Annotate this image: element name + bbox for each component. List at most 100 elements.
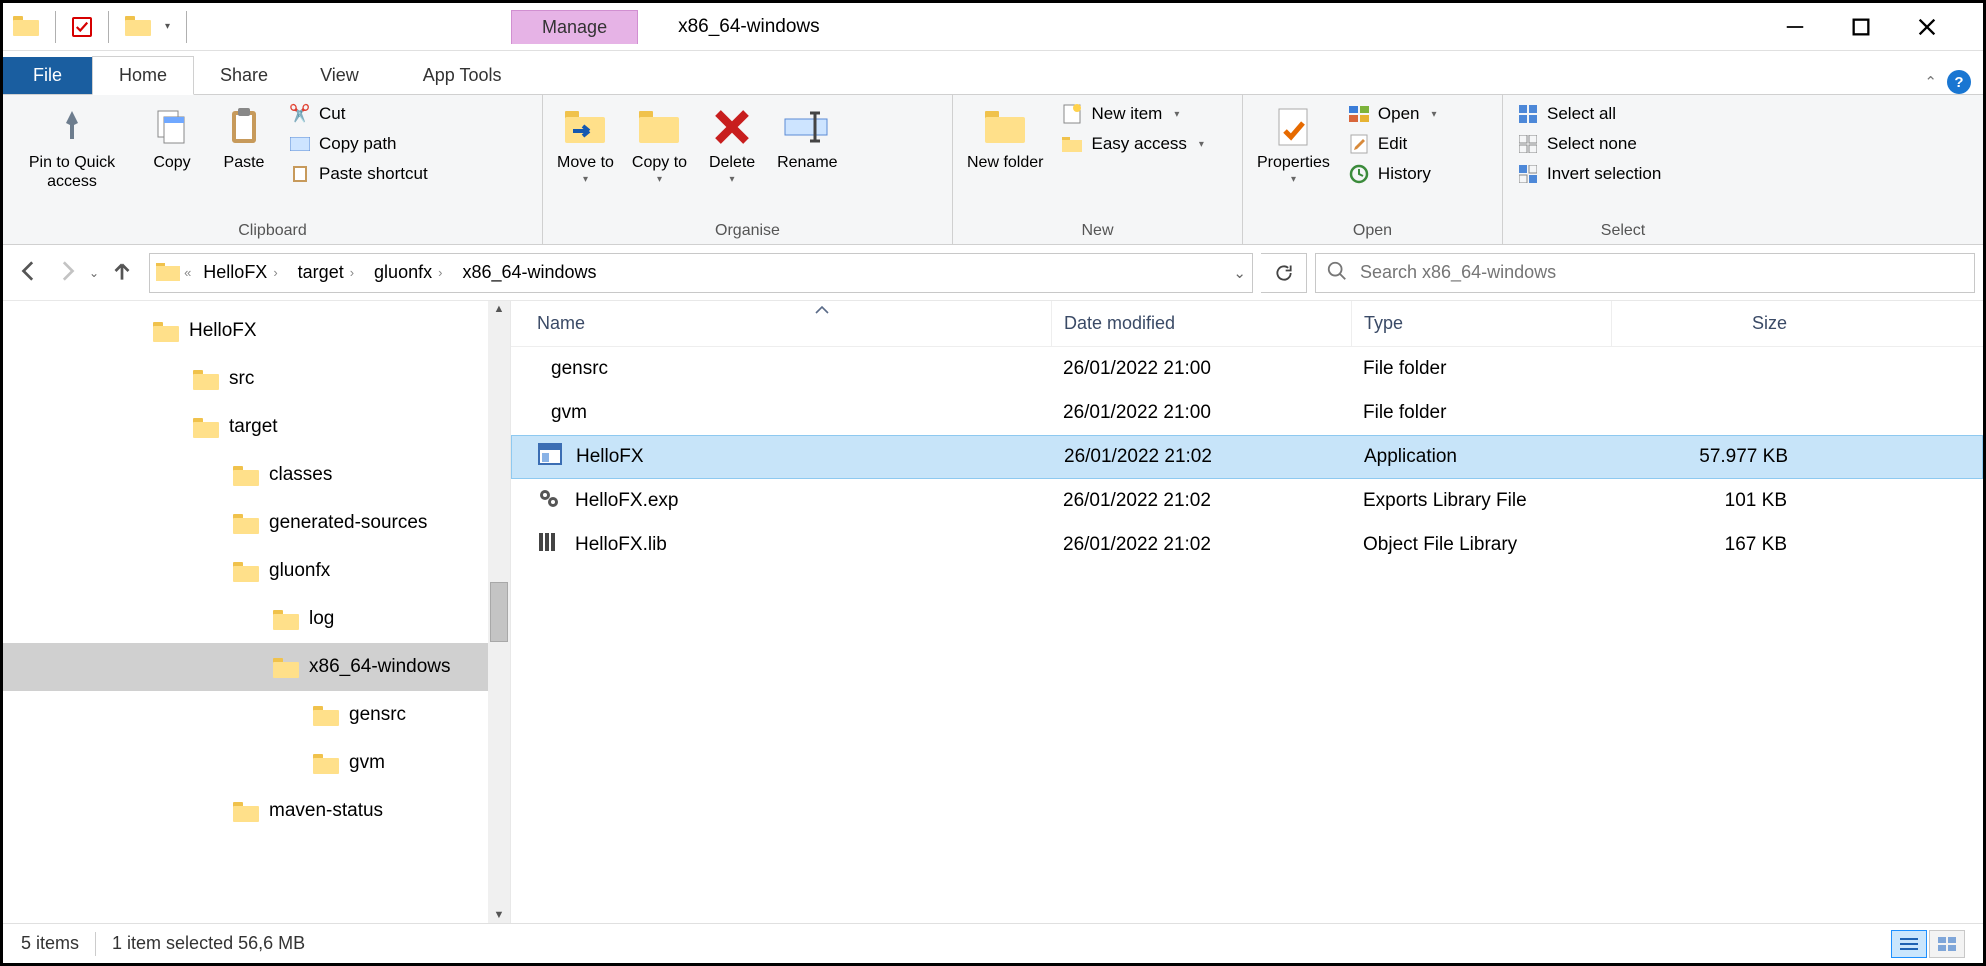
file-row[interactable]: HelloFX.lib26/01/2022 21:02Object File L… — [511, 523, 1983, 567]
thumbnails-view-button[interactable] — [1929, 930, 1965, 958]
search-icon — [1326, 260, 1348, 286]
ribbon-group-new: New folder New item▾ Easy access▾ New — [953, 95, 1243, 244]
tree-item[interactable]: classes — [3, 451, 488, 499]
file-type: Application — [1352, 446, 1612, 468]
file-row[interactable]: HelloFX.exp26/01/2022 21:02Exports Libra… — [511, 479, 1983, 523]
column-type[interactable]: Type — [1351, 301, 1611, 346]
breadcrumb-segment[interactable]: gluonfx› — [366, 258, 450, 287]
file-date: 26/01/2022 21:00 — [1051, 358, 1351, 380]
breadcrumb-segment[interactable]: target› — [290, 258, 362, 287]
address-bar[interactable]: « HelloFX› target› gluonfx› x86_64-windo… — [149, 253, 1253, 293]
copy-button[interactable]: Copy — [137, 99, 207, 176]
file-row[interactable]: gensrc26/01/2022 21:00File folder — [511, 347, 1983, 391]
select-none-icon — [1517, 133, 1539, 155]
file-type: File folder — [1351, 358, 1611, 380]
tree-item-label: classes — [269, 464, 332, 486]
tree-item[interactable]: gluonfx — [3, 547, 488, 595]
tree-item-label: HelloFX — [189, 320, 257, 342]
easy-access-icon — [1061, 133, 1083, 155]
column-size[interactable]: Size — [1611, 301, 1811, 346]
tab-view[interactable]: View — [294, 57, 385, 94]
edit-button[interactable]: Edit — [1344, 131, 1441, 157]
status-selection: 1 item selected 56,6 MB — [112, 933, 305, 954]
invert-selection-icon — [1517, 163, 1539, 185]
scroll-up-icon[interactable]: ▲ — [494, 303, 505, 315]
new-item-button[interactable]: New item▾ — [1057, 101, 1207, 127]
rename-label: Rename — [777, 153, 837, 172]
move-to-button[interactable]: Move to▾ — [549, 99, 622, 190]
new-folder-button[interactable]: New folder — [959, 99, 1051, 176]
rename-button[interactable]: Rename — [769, 99, 845, 176]
select-all-button[interactable]: Select all — [1513, 101, 1665, 127]
file-name: HelloFX.lib — [575, 534, 667, 556]
qat-newfolder-icon[interactable] — [125, 14, 151, 40]
tree-item[interactable]: src — [3, 355, 488, 403]
column-name[interactable]: Name — [511, 313, 1051, 334]
tree-item[interactable]: generated-sources — [3, 499, 488, 547]
tab-home[interactable]: Home — [92, 56, 194, 95]
clipboard-group-label: Clipboard — [9, 220, 536, 244]
manage-context-label: Manage — [511, 10, 638, 44]
select-none-button[interactable]: Select none — [1513, 131, 1665, 157]
tree-item[interactable]: gensrc — [3, 691, 488, 739]
scroll-down-icon[interactable]: ▼ — [494, 909, 505, 921]
column-date[interactable]: Date modified — [1051, 301, 1351, 346]
file-row[interactable]: HelloFX26/01/2022 21:02Application57.977… — [511, 435, 1983, 479]
history-button[interactable]: History — [1344, 161, 1441, 187]
copy-path-button[interactable]: Copy path — [285, 131, 432, 157]
window-controls — [1779, 11, 1983, 43]
tree-scrollbar[interactable]: ▲ ▼ — [488, 301, 510, 923]
refresh-button[interactable] — [1261, 253, 1307, 293]
file-type: File folder — [1351, 402, 1611, 424]
qat-properties-icon[interactable] — [72, 17, 92, 37]
forward-button[interactable] — [53, 258, 79, 288]
file-date: 26/01/2022 21:02 — [1051, 490, 1351, 512]
organise-group-label: Organise — [549, 220, 946, 244]
copy-to-button[interactable]: Copy to▾ — [624, 99, 695, 190]
open-button[interactable]: Open▾ — [1344, 101, 1441, 127]
details-view-button[interactable] — [1891, 930, 1927, 958]
back-button[interactable] — [17, 258, 43, 288]
file-list-pane: Name Date modified Type Size gensrc26/01… — [511, 301, 1983, 923]
tab-share[interactable]: Share — [194, 57, 294, 94]
pin-quick-access-button[interactable]: Pin to Quick access — [9, 99, 135, 195]
navigation-tree-pane: HelloFX srctarget classes generated-sources… — [3, 301, 511, 923]
tree-item[interactable]: x86_64-windows — [3, 643, 488, 691]
up-button[interactable] — [109, 258, 135, 288]
tab-app-tools[interactable]: App Tools — [397, 57, 528, 94]
properties-button[interactable]: Properties▾ — [1249, 99, 1338, 190]
new-folder-label: New folder — [967, 153, 1043, 172]
overflow-chevron-icon[interactable]: « — [184, 265, 191, 280]
tree-item[interactable]: target — [3, 403, 488, 451]
invert-selection-button[interactable]: Invert selection — [1513, 161, 1665, 187]
easy-access-button[interactable]: Easy access▾ — [1057, 131, 1207, 157]
tree-item-label: gensrc — [349, 704, 406, 726]
file-icon — [537, 531, 561, 559]
maximize-button[interactable] — [1845, 11, 1877, 43]
search-box[interactable] — [1315, 253, 1975, 293]
tree-item[interactable]: log — [3, 595, 488, 643]
folder-tree[interactable]: HelloFX srctarget classes generated-sources… — [3, 301, 488, 923]
breadcrumb-segment[interactable]: HelloFX› — [195, 258, 285, 287]
tab-file[interactable]: File — [3, 57, 92, 94]
tree-item[interactable]: maven-status — [3, 787, 488, 835]
recent-dropdown-icon[interactable]: ⌄ — [89, 266, 99, 280]
new-item-icon — [1061, 103, 1083, 125]
ribbon-collapse-icon[interactable]: ⌃ — [1924, 73, 1937, 91]
paste-shortcut-button[interactable]: Paste shortcut — [285, 161, 432, 187]
address-dropdown-icon[interactable]: ⌄ — [1233, 264, 1246, 282]
qat-dropdown-icon[interactable]: ▾ — [165, 21, 170, 32]
breadcrumb-segment[interactable]: x86_64-windows — [454, 258, 604, 287]
close-button[interactable] — [1911, 11, 1943, 43]
file-row[interactable]: gvm26/01/2022 21:00File folder — [511, 391, 1983, 435]
delete-button[interactable]: Delete▾ — [697, 99, 767, 190]
paste-button[interactable]: Paste — [209, 99, 279, 176]
select-all-icon — [1517, 103, 1539, 125]
tree-item[interactable]: gvm — [3, 739, 488, 787]
help-icon[interactable]: ? — [1947, 70, 1971, 94]
minimize-button[interactable] — [1779, 11, 1811, 43]
tree-item[interactable]: HelloFX — [3, 307, 488, 355]
search-input[interactable] — [1360, 262, 1964, 283]
cut-button[interactable]: ✂️Cut — [285, 101, 432, 127]
scroll-thumb[interactable] — [490, 582, 508, 642]
